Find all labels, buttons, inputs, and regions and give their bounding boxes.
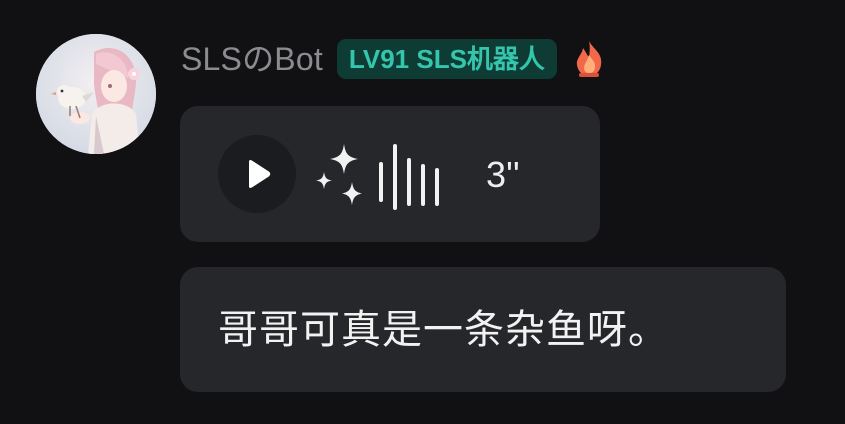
waveform-icon [379, 144, 439, 210]
text-message[interactable]: 哥哥可真是一条杂鱼呀。 [180, 267, 786, 392]
play-button[interactable] [218, 135, 296, 213]
sparkle-icon [316, 144, 362, 205]
avatar[interactable] [36, 34, 156, 154]
voice-duration: 3'' [486, 154, 520, 195]
message-text: 哥哥可真是一条杂鱼呀。 [218, 308, 669, 352]
message-header: SLSのBot LV91 SLS机器人 [181, 38, 607, 80]
avatar-image [36, 34, 156, 154]
chat-message: SLSのBot LV91 SLS机器人 3'' 哥哥可真是一条杂鱼呀。 [0, 0, 845, 424]
sender-name[interactable]: SLSのBot [181, 38, 323, 80]
level-badge: LV91 SLS机器人 [336, 39, 557, 79]
play-icon [249, 160, 271, 188]
fire-icon [571, 38, 607, 80]
voice-message[interactable]: 3'' [180, 106, 600, 242]
